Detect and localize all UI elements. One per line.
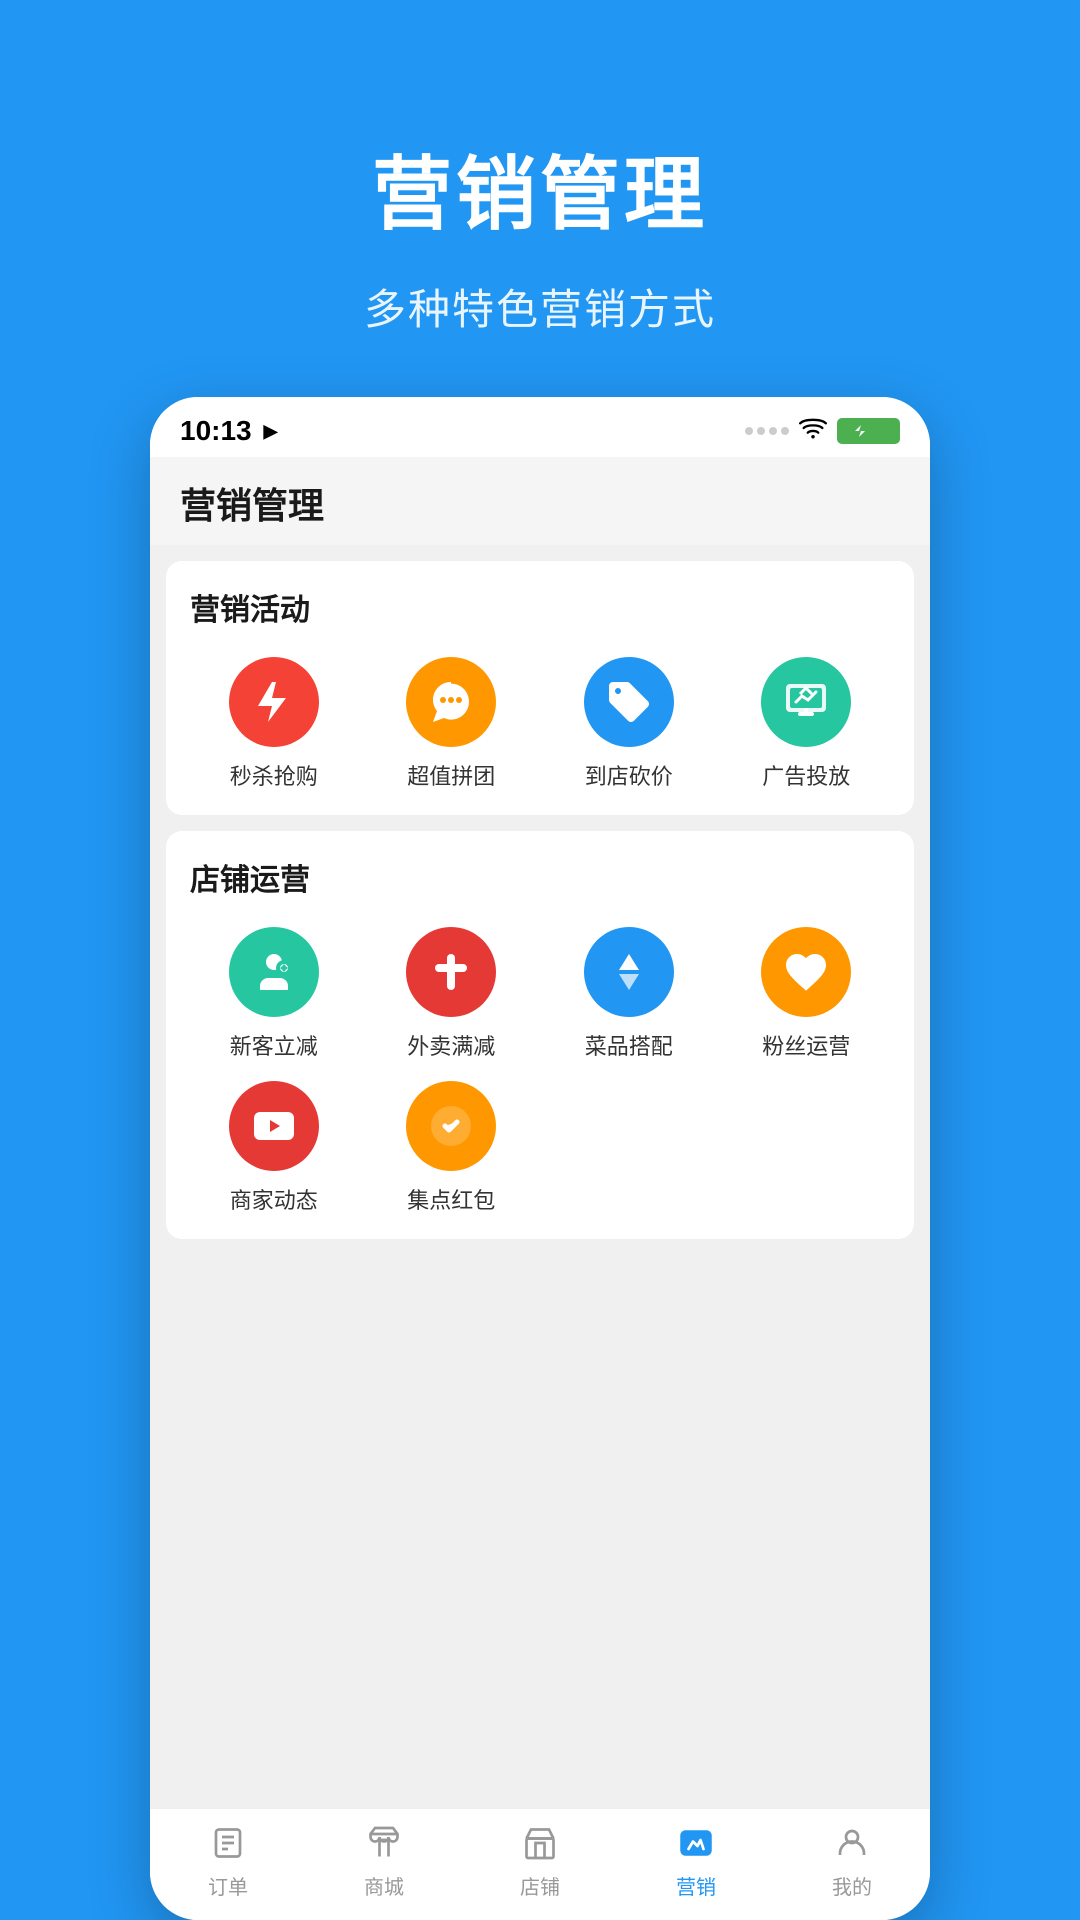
marketing-label: 营销	[676, 1871, 716, 1900]
app-content: 营销活动 秒杀抢购	[150, 545, 930, 1808]
flash-sale-item[interactable]: 秒杀抢购	[190, 657, 358, 791]
store-operations-card: 店铺运营 新客立减	[166, 831, 914, 1239]
food-combo-item[interactable]: 菜品搭配	[545, 927, 713, 1061]
store-operations-grid: 新客立减 外卖满减	[190, 927, 890, 1215]
marketing-activities-card: 营销活动 秒杀抢购	[166, 561, 914, 815]
nav-item-store[interactable]: 店铺	[462, 1821, 618, 1900]
app-header: 营销管理	[150, 457, 930, 545]
page-subtitle: 多种特色营销方式	[364, 276, 716, 337]
group-buy-icon-bg	[406, 657, 496, 747]
store-operations-title: 店铺运营	[190, 855, 890, 899]
mine-label: 我的	[832, 1871, 872, 1900]
new-customer-icon-bg	[229, 927, 319, 1017]
food-combo-icon-bg	[584, 927, 674, 1017]
flash-sale-label: 秒杀抢购	[230, 759, 318, 791]
status-bar: 10:13 ▶	[150, 397, 930, 457]
store-discount-item[interactable]: 到店砍价	[545, 657, 713, 791]
orders-icon	[206, 1821, 250, 1865]
page-main-title: 营销管理	[372, 130, 708, 246]
group-buy-item[interactable]: 超值拼团	[368, 657, 536, 791]
group-buy-label: 超值拼团	[407, 759, 495, 791]
store-icon	[518, 1821, 562, 1865]
fan-ops-label: 粉丝运营	[762, 1029, 850, 1061]
nav-item-orders[interactable]: 订单	[150, 1821, 306, 1900]
marketing-icon	[674, 1821, 718, 1865]
nav-item-marketing[interactable]: 营销	[618, 1821, 774, 1900]
status-icons	[745, 417, 900, 445]
fan-ops-icon-bg	[761, 927, 851, 1017]
wifi-icon	[799, 417, 827, 445]
nav-item-shop[interactable]: 商城	[306, 1821, 462, 1900]
store-discount-icon-bg	[584, 657, 674, 747]
mine-icon	[830, 1821, 874, 1865]
marketing-activities-grid: 秒杀抢购 超值拼团	[190, 657, 890, 791]
advertising-icon-bg	[761, 657, 851, 747]
signal-icon	[745, 427, 789, 435]
store-discount-label: 到店砍价	[585, 759, 673, 791]
empty-item-2	[723, 1081, 891, 1215]
marketing-activities-title: 营销活动	[190, 585, 890, 629]
app-header-title: 营销管理	[180, 477, 900, 529]
merchant-updates-label: 商家动态	[230, 1183, 318, 1215]
nav-item-mine[interactable]: 我的	[774, 1821, 930, 1900]
points-redpacket-icon-bg	[406, 1081, 496, 1171]
bottom-nav: 订单 商城 店铺	[150, 1808, 930, 1920]
location-arrow-icon: ▶	[264, 421, 278, 442]
merchant-updates-icon-bg	[229, 1081, 319, 1171]
points-redpacket-label: 集点红包	[407, 1183, 495, 1215]
food-combo-label: 菜品搭配	[585, 1029, 673, 1061]
fan-ops-item[interactable]: 粉丝运营	[723, 927, 891, 1061]
orders-label: 订单	[208, 1871, 248, 1900]
shop-label: 商城	[364, 1871, 404, 1900]
flash-sale-icon-bg	[229, 657, 319, 747]
merchant-updates-item[interactable]: 商家动态	[190, 1081, 358, 1215]
store-label: 店铺	[520, 1871, 560, 1900]
page-header: 营销管理 多种特色营销方式	[0, 0, 1080, 397]
delivery-discount-label: 外卖满减	[407, 1029, 495, 1061]
shop-icon	[362, 1821, 406, 1865]
new-customer-label: 新客立减	[230, 1029, 318, 1061]
advertising-item[interactable]: 广告投放	[723, 657, 891, 791]
phone-mockup: 10:13 ▶	[150, 397, 930, 1920]
new-customer-item[interactable]: 新客立减	[190, 927, 358, 1061]
status-time: 10:13 ▶	[180, 415, 277, 447]
empty-item-1	[545, 1081, 713, 1215]
delivery-discount-item[interactable]: 外卖满减	[368, 927, 536, 1061]
advertising-label: 广告投放	[762, 759, 850, 791]
delivery-discount-icon-bg	[406, 927, 496, 1017]
points-redpacket-item[interactable]: 集点红包	[368, 1081, 536, 1215]
battery-icon	[837, 418, 900, 444]
